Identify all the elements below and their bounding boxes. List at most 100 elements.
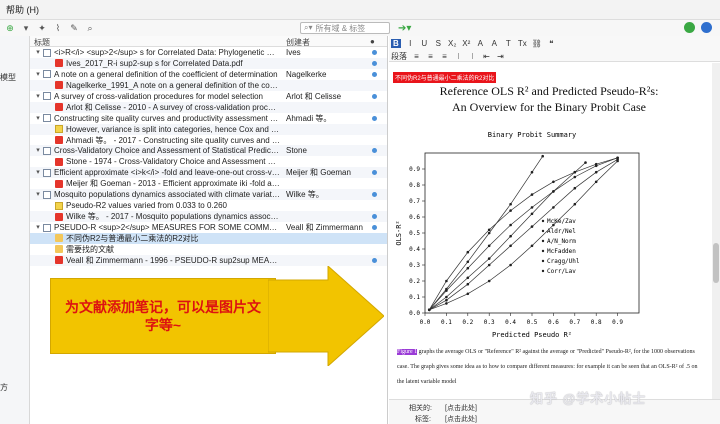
expand-twisty-icon[interactable]: ▾ [34,145,42,156]
list-item[interactable]: Pseudo-R2 values varied from 0.033 to 0.… [30,200,387,211]
link-button[interactable]: ⛓ [532,39,542,48]
column-attachment-icon[interactable]: ● [370,37,375,46]
item-title: Nagelkerke_1991_A note on a general defi… [66,80,280,90]
list-item[interactable]: ▾ A survey of cross-validation procedures… [30,91,387,102]
magic-wand-icon[interactable]: ✦ [36,22,48,34]
series-point-2 [552,206,555,209]
series-line-1 [429,162,586,311]
plus-circle-icon[interactable]: ⊕ [4,22,16,34]
italic-button[interactable]: I [406,39,415,48]
list-item[interactable]: 不同伪R2与普通最小二乘法的R2对比 [30,232,387,244]
locate-icon[interactable] [701,22,712,33]
expand-twisty-icon[interactable]: ▾ [34,113,42,124]
list-item[interactable]: ▾ Mosquito populations dynamics associate… [30,189,387,201]
paperclip-icon[interactable]: ⌇ [52,22,64,34]
legend-marker [541,249,545,253]
doc-icon [43,223,51,232]
note-body[interactable]: 不同伪R2与普通最小二乘法的R2对比 Reference OLS R² and … [389,63,709,399]
doc-icon [43,146,51,155]
list-item[interactable]: Ahmadi 等。 - 2017 - Constructing site qua… [30,135,387,146]
tags-value[interactable]: [点击此处] [445,414,477,424]
menu-help[interactable]: 帮助 (H) [6,3,39,16]
expand-twisty-icon[interactable]: ▾ [34,47,42,58]
x-tick-label: 0.9 [612,319,623,326]
go-forward-icon[interactable]: ➔▾ [398,23,411,34]
list-item[interactable]: ▾ Constructing site quality curves and pr… [30,113,387,124]
underline-button[interactable]: U [420,39,429,48]
expand-twisty-icon[interactable]: ▾ [34,189,42,200]
x-tick-label: 0.1 [441,319,452,326]
sidebar-item-bottom[interactable]: 方 [0,382,8,393]
text-color-button[interactable]: A [476,39,485,48]
list-item[interactable]: Wilke 等。 - 2017 - Mosquito populations d… [30,211,387,222]
series-point-1 [487,257,491,260]
sidebar-item-model[interactable]: 模型 [0,72,16,83]
list-item[interactable]: 需要找的文献 [30,244,387,255]
attachment-dot-icon [372,170,377,176]
series-point-0 [509,202,512,206]
y-tick-label: 0.4 [409,246,420,253]
strikethrough-button[interactable]: S [434,39,443,48]
list-item[interactable]: ▾ <i>R</i> <sup>2</sup> s for Correlated … [30,47,387,58]
align-center-button[interactable]: ≡ [426,52,435,61]
align-right-button[interactable]: ≡ [440,52,449,61]
list-item[interactable]: Ives_2017_R-i sup2-sup s for Correlated … [30,57,387,69]
search-input[interactable]: ⌕▾ 所有域 & 标签 [300,22,390,34]
list-item[interactable]: Stone - 1974 - Cross-Validatory Choice a… [30,156,387,167]
attachment-dot-icon [372,225,377,230]
quote-button[interactable]: ❝ [547,39,556,48]
list-item[interactable]: Arlot 和 Celisse - 2010 - A survey of cro… [30,101,387,113]
list-item[interactable]: ▾ Cross-Validatory Choice and Assessment … [30,145,387,157]
list-item[interactable]: Meijer 和 Goeman - 2013 - Efficient appro… [30,178,387,189]
superscript-button[interactable]: X² [462,39,471,48]
clear-format-button[interactable]: Tx [518,39,527,48]
expand-twisty-icon[interactable]: ▾ [34,91,42,102]
subscript-button[interactable]: X₂ [448,39,457,48]
expand-twisty-icon[interactable]: ▾ [34,222,42,233]
series-point-3 [445,279,448,283]
search-icon: ⌕▾ [304,23,313,32]
expand-twisty-icon[interactable]: ▾ [34,167,42,178]
x-axis-label: Predicted Pseudo R² [492,331,572,339]
search-icon[interactable]: ⌕ [84,22,96,34]
list-item[interactable]: Nagelkerke_1991_A note on a general defi… [30,79,387,91]
editor-toolbar: B I U S X₂ X² A A T Tx ⛓ ❝ 段落 ≡ ≡ ≡ ⁝ ⁝ ⇤ ⇥ [389,36,720,62]
editor-scrollbar[interactable] [712,63,720,399]
list-item[interactable]: ▾ A note on a general definition of the c… [30,69,387,80]
item-title: However, variance is split into categori… [66,124,280,134]
series-point-4 [530,206,534,209]
list-item[interactable]: ▾ PSEUDO-R <sup>2</sup> MEASURES FOR SOME… [30,222,387,233]
legend-entry: McKe/Zav [547,218,576,225]
numbered-list-button[interactable]: ⁝ [468,52,477,61]
list-item[interactable]: Veall 和 Zimmermann - 1996 - PSEUDO-R sup… [30,254,387,266]
indent-button[interactable]: ⇥ [496,52,505,61]
font-size-button[interactable]: T [504,39,513,48]
expand-twisty-icon[interactable]: ▾ [34,69,42,80]
item-creator: Wilke 等。 [286,190,324,200]
paper-title: Reference OLS R² and Predicted Pseudo-R²… [389,83,709,115]
list-item[interactable]: ▾ Efficient approximate <i>k</i> -fold an… [30,167,387,179]
bold-button[interactable]: B [391,38,401,48]
sync-icon[interactable] [684,22,695,33]
align-left-button[interactable]: ≡ [412,52,421,61]
list-item[interactable]: However, variance is split into categori… [30,123,387,135]
item-title: PSEUDO-R <sup>2</sup> MEASURES FOR SOME … [54,223,280,232]
item-creator: Ives [286,48,301,57]
outdent-button[interactable]: ⇤ [482,52,491,61]
item-rows: ▾ <i>R</i> <sup>2</sup> s for Correlated … [30,47,387,266]
x-tick-label: 0.7 [569,319,580,326]
item-title: Arlot 和 Celisse - 2010 - A survey of cro… [66,102,280,112]
highlight-button[interactable]: A [490,39,499,48]
attachment-dot-icon [372,93,377,99]
series-point-2 [487,263,491,267]
series-point-3 [530,193,534,196]
series-point-0 [487,231,491,235]
scrollbar-thumb[interactable] [713,243,719,283]
chevron-down-icon[interactable]: ▾ [20,22,32,34]
bullet-list-button[interactable]: ⁝ [454,52,463,61]
edit-icon[interactable]: ✎ [68,22,80,34]
related-value[interactable]: [点击此处] [445,403,477,413]
legend-entry: Cragg/Uhl [547,258,580,265]
paragraph-select[interactable]: 段落 [391,51,407,62]
y-tick-label: 0.8 [409,182,420,189]
